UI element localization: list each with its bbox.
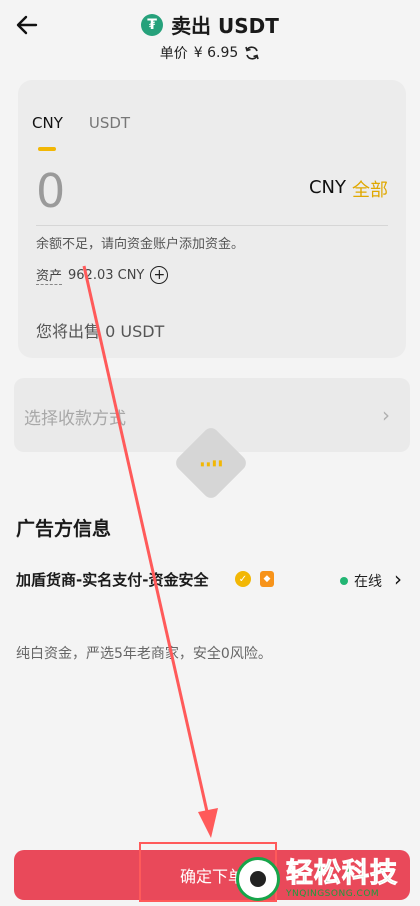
usdt-token-icon: ₮	[141, 13, 164, 36]
trade-card: CNY USDT 0 CNY 全部 余额不足，请向资金账户添加资金。 资产 96…	[18, 80, 406, 358]
advertiser-row[interactable]: 加盾货商-实名支付-资金安全 ✓ ◆ 在线 ›	[16, 567, 408, 593]
refresh-icon[interactable]	[244, 45, 260, 61]
currency-tabs: CNY USDT	[32, 114, 130, 132]
balance-warning: 余额不足，请向资金账户添加资金。	[36, 237, 245, 252]
all-button[interactable]: 全部	[352, 176, 388, 202]
amount-unit: CNY	[308, 177, 346, 198]
chevron-right-icon: ›	[394, 567, 402, 591]
verified-badge-icon: ✓	[235, 571, 251, 587]
online-dot-icon	[340, 577, 348, 585]
active-tab-indicator	[38, 147, 56, 151]
sell-summary: 您将出售 0 USDT	[36, 322, 165, 341]
price-value: ¥ 6.95	[193, 45, 239, 61]
page-title: 卖出 USDT	[171, 14, 279, 38]
shield-badge-icon: ◆	[260, 571, 274, 587]
asset-label: 资产	[36, 265, 63, 285]
watermark-logo-icon	[236, 857, 280, 901]
advertiser-section-title: 广告方信息	[16, 518, 112, 540]
tab-usdt[interactable]: USDT	[89, 114, 130, 132]
payment-method-label: 选择收款方式	[24, 409, 126, 429]
online-label: 在线	[354, 574, 382, 590]
asset-row: 资产 962.03 CNY +	[36, 265, 169, 285]
watermark-brand: 轻松科技	[286, 857, 398, 889]
add-funds-icon[interactable]: +	[150, 266, 169, 284]
loading-bars-icon	[200, 460, 222, 466]
watermark-domain: YNQINGSONG.COM	[286, 888, 380, 899]
price-label: 单价	[159, 46, 188, 62]
watermark: 轻松科技 YNQINGSONG.COM	[236, 855, 418, 903]
divider	[36, 225, 388, 226]
advertiser-description: 纯白资金，严选5年老商家，安全0风险。	[16, 646, 272, 662]
asset-value: 962.03 CNY	[68, 267, 145, 283]
online-status: 在线	[340, 571, 382, 591]
chevron-right-icon: ›	[382, 403, 390, 427]
advertiser-name: 加盾货商-实名支付-资金安全	[16, 571, 209, 589]
amount-input[interactable]: 0	[36, 164, 65, 218]
unit-price: 单价 ¥ 6.95	[0, 43, 420, 63]
header: ₮ 卖出 USDT 单价 ¥ 6.95	[0, 0, 420, 70]
tab-cny[interactable]: CNY	[32, 114, 63, 132]
